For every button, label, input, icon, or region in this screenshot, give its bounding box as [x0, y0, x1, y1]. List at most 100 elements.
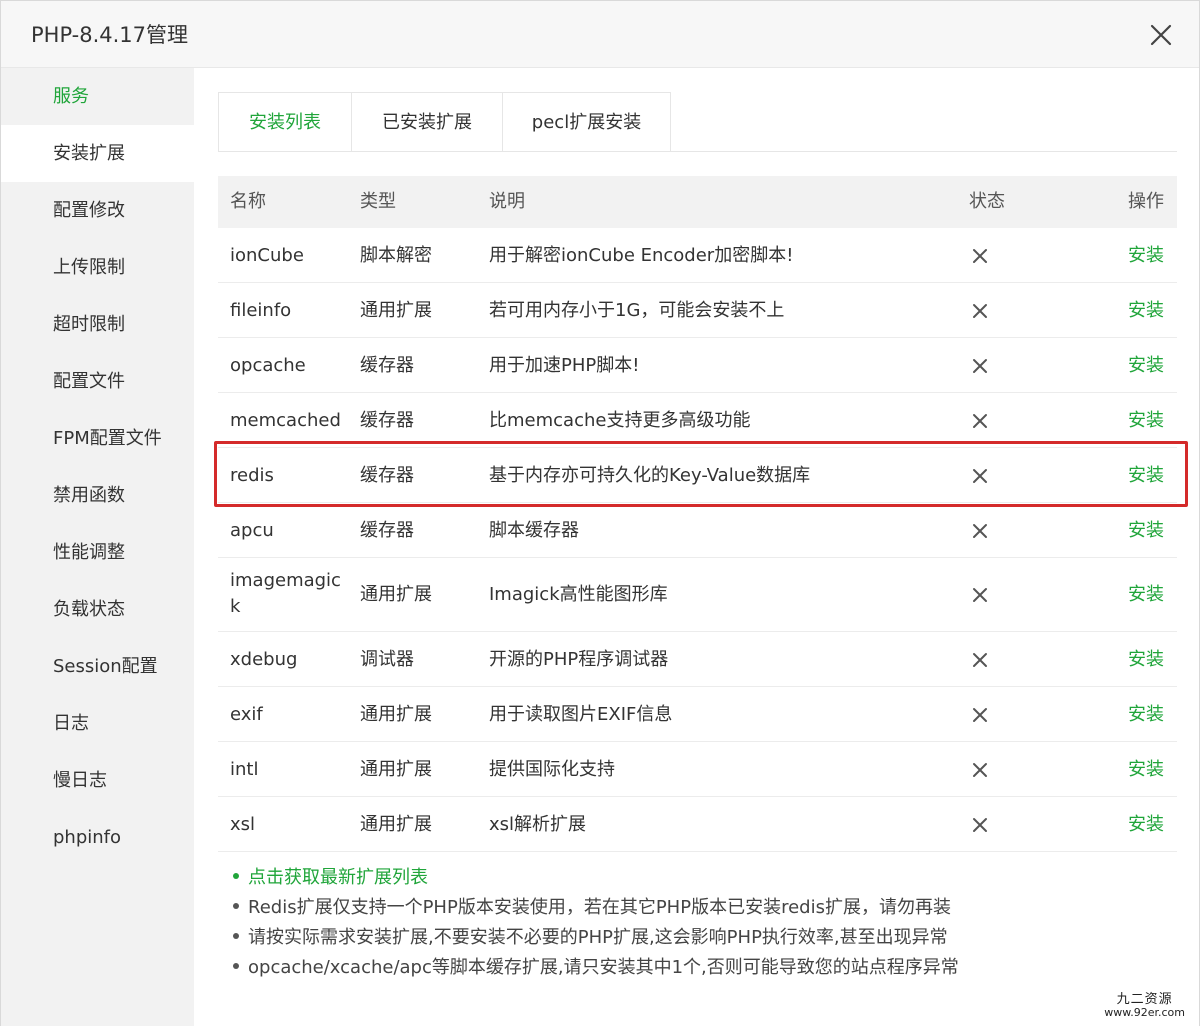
table-row: exif 通用扩展 用于读取图片EXIF信息 安装 [218, 687, 1177, 742]
table-row: opcache 缓存器 用于加速PHP脚本! 安装 [218, 338, 1177, 393]
ext-desc: 用于解密ionCube Encoder加密脚本! [489, 245, 794, 266]
ext-desc: 比memcache支持更多高级功能 [489, 410, 751, 431]
sidebar-item-performance[interactable]: 性能调整 [1, 524, 194, 581]
ext-name: memcached [230, 410, 341, 431]
ext-type: 通用扩展 [360, 814, 432, 835]
table-row: intl 通用扩展 提供国际化支持 安装 [218, 742, 1177, 797]
ext-desc: 脚本缓存器 [489, 520, 579, 541]
table-row: redis 缓存器 基于内存亦可持久化的Key-Value数据库 安装 [218, 448, 1177, 503]
ext-desc: 提供国际化支持 [489, 759, 615, 780]
not-installed-x-icon [973, 524, 987, 538]
not-installed-x-icon [973, 304, 987, 318]
ext-name: ionCube [230, 245, 304, 266]
ext-desc: 基于内存亦可持久化的Key-Value数据库 [489, 465, 811, 486]
ext-name: xdebug [230, 649, 298, 670]
bullet-icon [233, 903, 239, 909]
install-button[interactable]: 安装 [1128, 464, 1164, 488]
tab-divider [218, 151, 1177, 152]
table-row: xsl 通用扩展 xsl解析扩展 安装 [218, 797, 1177, 852]
ext-type: 缓存器 [360, 465, 414, 486]
bullet-icon [233, 933, 239, 939]
ext-type: 通用扩展 [360, 759, 432, 780]
install-button[interactable]: 安装 [1128, 354, 1164, 378]
not-installed-x-icon [973, 588, 987, 602]
not-installed-x-icon [973, 359, 987, 373]
header-desc: 说明 [489, 191, 525, 212]
note-install-advice: 请按实际需求安装扩展,不要安装不必要的PHP扩展,这会影响PHP执行效率,甚至出… [233, 923, 948, 949]
ext-type: 通用扩展 [360, 704, 432, 725]
install-button[interactable]: 安装 [1128, 244, 1164, 268]
sidebar-item-slow-log[interactable]: 慢日志 [1, 752, 194, 809]
install-button[interactable]: 安装 [1128, 583, 1164, 607]
ext-name: exif [230, 704, 263, 725]
close-icon[interactable] [1147, 21, 1175, 49]
header-action: 操作 [1128, 191, 1164, 212]
table-row: apcu 缓存器 脚本缓存器 安装 [218, 503, 1177, 558]
sidebar-item-load-status[interactable]: 负载状态 [1, 581, 194, 638]
bullet-icon [233, 873, 239, 879]
install-button[interactable]: 安装 [1128, 648, 1164, 672]
sidebar-item-upload-limit[interactable]: 上传限制 [1, 239, 194, 296]
not-installed-x-icon [973, 469, 987, 483]
tab-pecl-install[interactable]: pecl扩展安装 [502, 92, 671, 152]
tab-install-list[interactable]: 安装列表 [218, 92, 352, 152]
ext-name: intl [230, 759, 259, 780]
table-row: fileinfo 通用扩展 若可用内存小于1G，可能会安装不上 安装 [218, 283, 1177, 338]
ext-type: 通用扩展 [360, 300, 432, 321]
sidebar-item-install-extension[interactable]: 安装扩展 [1, 125, 194, 182]
sidebar: 服务 安装扩展 配置修改 上传限制 超时限制 配置文件 FPM配置文件 禁用函数… [1, 68, 194, 1026]
dialog-title: PHP-8.4.17管理 [31, 23, 189, 47]
refresh-extension-list-link[interactable]: 点击获取最新扩展列表 [233, 863, 428, 889]
not-installed-x-icon [973, 653, 987, 667]
ext-type: 缓存器 [360, 410, 414, 431]
note-redis: Redis扩展仅支持一个PHP版本安装使用，若在其它PHP版本已安装redis扩… [233, 893, 951, 919]
table-row: ionCube 脚本解密 用于解密ionCube Encoder加密脚本! 安装 [218, 228, 1177, 283]
sidebar-item-session[interactable]: Session配置 [1, 638, 194, 695]
ext-type: 通用扩展 [360, 584, 432, 605]
install-button[interactable]: 安装 [1128, 758, 1164, 782]
not-installed-x-icon [973, 818, 987, 832]
sidebar-item-service[interactable]: 服务 [1, 68, 194, 125]
install-button[interactable]: 安装 [1128, 703, 1164, 727]
ext-desc: 用于加速PHP脚本! [489, 355, 640, 376]
not-installed-x-icon [973, 708, 987, 722]
ext-type: 脚本解密 [360, 245, 432, 266]
install-button[interactable]: 安装 [1128, 409, 1164, 433]
sidebar-item-phpinfo[interactable]: phpinfo [1, 809, 194, 866]
note-cache-extension: opcache/xcache/apc等脚本缓存扩展,请只安装其中1个,否则可能导… [233, 953, 959, 979]
install-button[interactable]: 安装 [1128, 299, 1164, 323]
ext-desc: Imagick高性能图形库 [489, 584, 668, 605]
ext-name: imagemagick [230, 570, 341, 617]
title-bar: PHP-8.4.17管理 [1, 1, 1199, 68]
ext-desc: 开源的PHP程序调试器 [489, 649, 669, 670]
sidebar-item-config-edit[interactable]: 配置修改 [1, 182, 194, 239]
watermark: 九二资源 www.92er.com [1104, 992, 1185, 1019]
not-installed-x-icon [973, 249, 987, 263]
ext-type: 缓存器 [360, 355, 414, 376]
ext-desc: 若可用内存小于1G，可能会安装不上 [489, 300, 785, 321]
table-header: 名称 类型 说明 状态 操作 [218, 176, 1177, 228]
php-manager-dialog: PHP-8.4.17管理 服务 安装扩展 配置修改 上传限制 超时限制 配置文件… [0, 0, 1200, 1026]
ext-desc: xsl解析扩展 [489, 814, 587, 835]
table-row: memcached 缓存器 比memcache支持更多高级功能 安装 [218, 393, 1177, 448]
header-status: 状态 [969, 191, 1005, 212]
install-button[interactable]: 安装 [1128, 813, 1164, 837]
sidebar-item-fpm-config[interactable]: FPM配置文件 [1, 410, 194, 467]
sidebar-item-disabled-functions[interactable]: 禁用函数 [1, 467, 194, 524]
install-button[interactable]: 安装 [1128, 519, 1164, 543]
ext-type: 调试器 [360, 649, 414, 670]
sidebar-item-log[interactable]: 日志 [1, 695, 194, 752]
sidebar-item-timeout-limit[interactable]: 超时限制 [1, 296, 194, 353]
ext-name: redis [230, 465, 274, 486]
not-installed-x-icon [973, 414, 987, 428]
header-type: 类型 [360, 191, 396, 212]
ext-name: apcu [230, 520, 274, 541]
sidebar-item-config-file[interactable]: 配置文件 [1, 353, 194, 410]
table-row: imagemagick 通用扩展 Imagick高性能图形库 安装 [218, 558, 1177, 632]
tab-installed-extensions[interactable]: 已安装扩展 [351, 92, 503, 152]
ext-name: xsl [230, 814, 256, 835]
ext-name: opcache [230, 355, 306, 376]
ext-desc: 用于读取图片EXIF信息 [489, 704, 673, 725]
ext-name: fileinfo [230, 300, 292, 321]
ext-type: 缓存器 [360, 520, 414, 541]
